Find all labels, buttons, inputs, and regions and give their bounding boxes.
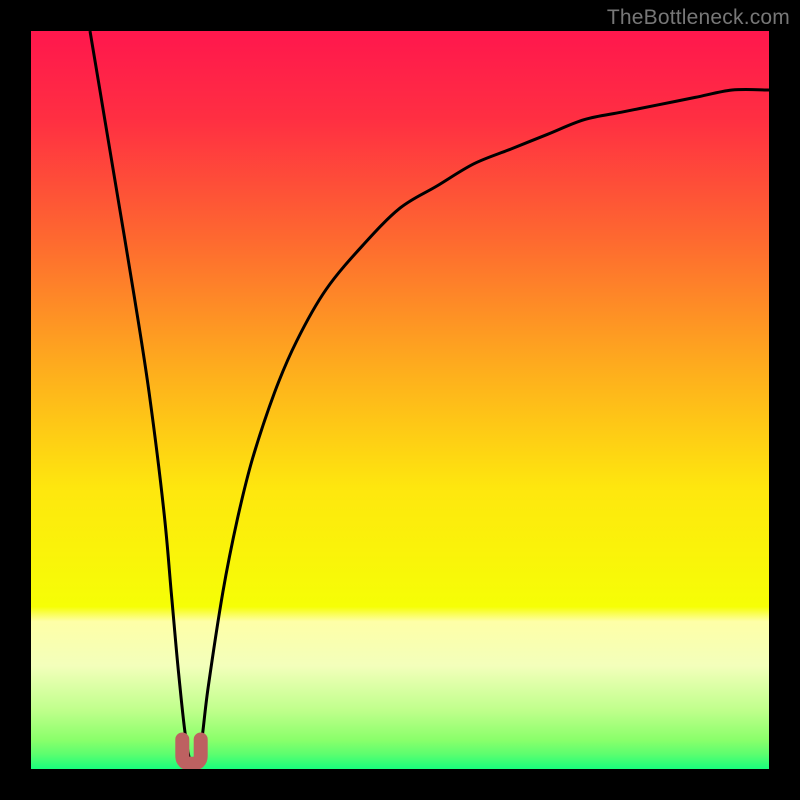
- curve-layer: [31, 31, 769, 769]
- bottleneck-curve: [90, 31, 769, 769]
- plot-area: [31, 31, 769, 769]
- chart-frame: TheBottleneck.com: [0, 0, 800, 800]
- optimal-marker: [182, 740, 200, 764]
- watermark-text: TheBottleneck.com: [607, 6, 790, 30]
